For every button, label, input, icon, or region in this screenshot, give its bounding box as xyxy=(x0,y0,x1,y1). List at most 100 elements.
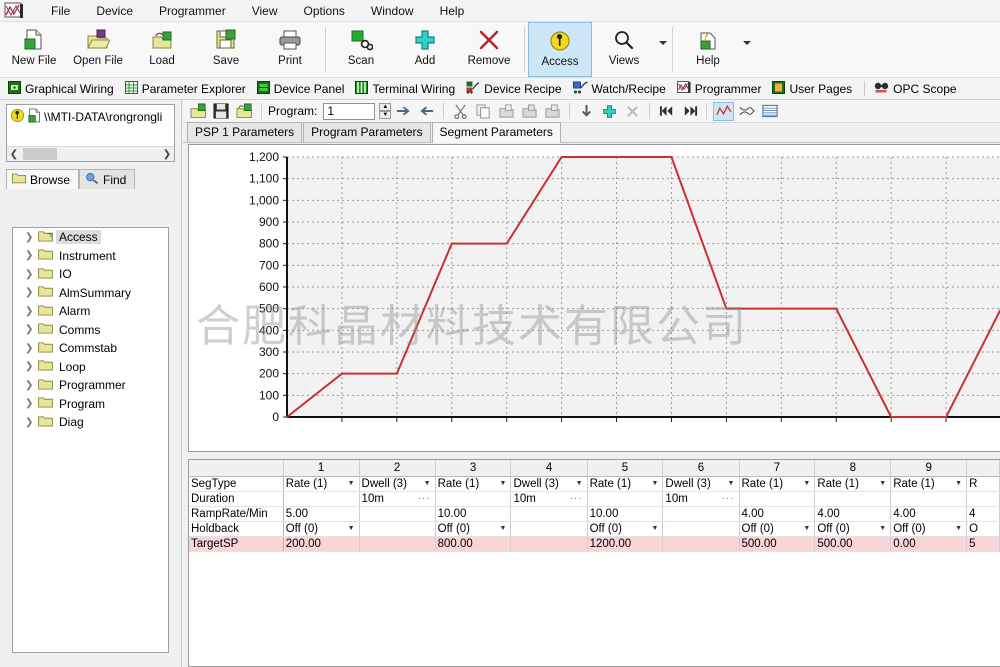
chart-view-icon[interactable] xyxy=(713,102,734,121)
cell-targetsp-col5[interactable]: 1200.00 xyxy=(587,536,663,551)
nav-user-pages[interactable]: User Pages xyxy=(768,79,859,99)
chevron-right-icon[interactable]: ❯ xyxy=(25,324,38,335)
cell-duration-col4[interactable]: 10m··· xyxy=(511,491,587,506)
views-dropdown-button[interactable] xyxy=(656,22,669,77)
column-header-5[interactable]: 5 xyxy=(587,460,663,476)
nav-graphical-wiring[interactable]: Graphical Wiring xyxy=(4,79,121,99)
cut-icon[interactable] xyxy=(450,102,471,121)
menu-programmer[interactable]: Programmer xyxy=(146,0,239,22)
last-segment-icon[interactable] xyxy=(679,102,700,121)
cell-ramprate-min-col10[interactable]: 4 xyxy=(967,506,1000,521)
chevron-right-icon[interactable]: ❯ xyxy=(25,398,38,409)
cell-segtype-col6[interactable]: Dwell (3)▼ xyxy=(663,476,739,491)
cell-ramprate-min-col8[interactable]: 4.00 xyxy=(815,506,891,521)
cell-duration-col7[interactable] xyxy=(739,491,815,506)
chevron-down-icon[interactable]: ▼ xyxy=(877,477,888,491)
cell-targetsp-col10[interactable]: 5 xyxy=(967,536,1000,551)
cell-targetsp-col7[interactable]: 500.00 xyxy=(739,536,815,551)
tree-node-program[interactable]: ❯ Program xyxy=(13,395,168,414)
table-row[interactable]: HoldbackOff (0)▼Off (0)▼Off (0)▼Off (0)▼… xyxy=(189,521,1000,536)
cell-duration-col2[interactable]: 10m··· xyxy=(359,491,435,506)
chevron-down-icon[interactable]: ▼ xyxy=(726,477,737,491)
open-file-button[interactable]: Open File xyxy=(66,22,130,77)
chevron-right-icon[interactable]: ❯ xyxy=(25,250,38,261)
first-segment-icon[interactable] xyxy=(656,102,677,121)
scroll-left-icon[interactable]: ❮ xyxy=(7,149,21,160)
cell-duration-col5[interactable] xyxy=(587,491,663,506)
menu-file[interactable]: File xyxy=(38,0,83,22)
cell-duration-col6[interactable]: 10m··· xyxy=(663,491,739,506)
load-button[interactable]: Load xyxy=(130,22,194,77)
save-button[interactable]: Save xyxy=(194,22,258,77)
cell-duration-col8[interactable] xyxy=(815,491,891,506)
column-header-3[interactable]: 3 xyxy=(435,460,511,476)
cell-segtype-col4[interactable]: Dwell (3)▼ xyxy=(511,476,587,491)
column-header-6[interactable]: 6 xyxy=(663,460,739,476)
chevron-right-icon[interactable]: ❯ xyxy=(25,343,38,354)
cell-ramprate-min-col2[interactable] xyxy=(359,506,435,521)
cell-ramprate-min-col9[interactable]: 4.00 xyxy=(891,506,967,521)
tree-node-diag[interactable]: ❯ Diag xyxy=(13,413,168,432)
cell-segtype-col3[interactable]: Rate (1)▼ xyxy=(435,476,511,491)
more-options-icon[interactable]: ··· xyxy=(570,493,585,504)
chevron-down-icon[interactable]: ▼ xyxy=(422,477,433,491)
program-chart[interactable]: 01002003004005006007008009001,0001,1001,… xyxy=(188,144,1000,452)
cell-holdback-col9[interactable]: Off (0)▼ xyxy=(891,521,967,536)
scroll-right-icon[interactable]: ❯ xyxy=(160,149,174,160)
tab-program-parameters[interactable]: Program Parameters xyxy=(303,122,430,142)
table-row[interactable]: SegTypeRate (1)▼Dwell (3)▼Rate (1)▼Dwell… xyxy=(189,476,1000,491)
chevron-right-icon[interactable]: ❯ xyxy=(25,269,38,280)
tree-node-comms[interactable]: ❯ Comms xyxy=(13,321,168,340)
chevron-down-icon[interactable]: ▼ xyxy=(346,522,357,536)
tab-browse[interactable]: Browse xyxy=(6,169,79,189)
cell-duration-col9[interactable] xyxy=(891,491,967,506)
nav-programmer[interactable]: Programmer xyxy=(673,79,769,99)
cell-holdback-col3[interactable]: Off (0)▼ xyxy=(435,521,511,536)
cell-ramprate-min-col7[interactable]: 4.00 xyxy=(739,506,815,521)
chevron-down-icon[interactable]: ▼ xyxy=(801,522,812,536)
access-button[interactable]: Access xyxy=(528,22,592,77)
column-header-9[interactable]: 9 xyxy=(891,460,967,476)
help-button[interactable]: ? Help xyxy=(676,22,740,77)
cell-duration-col10[interactable] xyxy=(967,491,1000,506)
cell-holdback-col2[interactable] xyxy=(359,521,435,536)
tree-node-loop[interactable]: ❯ Loop xyxy=(13,358,168,377)
column-header-2[interactable]: 2 xyxy=(359,460,435,476)
tree-node-access[interactable]: ❯ Access xyxy=(13,228,168,247)
next-arrow-icon[interactable] xyxy=(393,102,414,121)
nav-watch-recipe[interactable]: Watch/Recipe xyxy=(569,79,673,99)
chevron-down-icon[interactable]: ▼ xyxy=(346,477,357,491)
help-dropdown-button[interactable] xyxy=(740,22,753,77)
copy-icon[interactable] xyxy=(473,102,494,121)
cell-segtype-col1[interactable]: Rate (1)▼ xyxy=(283,476,359,491)
views-button[interactable]: Views xyxy=(592,22,656,77)
chevron-right-icon[interactable]: ❯ xyxy=(25,380,38,391)
add-button[interactable]: Add xyxy=(393,22,457,77)
cell-segtype-col2[interactable]: Dwell (3)▼ xyxy=(359,476,435,491)
chevron-down-icon[interactable]: ▼ xyxy=(649,477,660,491)
menu-window[interactable]: Window xyxy=(358,0,427,22)
table-row[interactable]: TargetSP200.00800.001200.00500.00500.000… xyxy=(189,536,1000,551)
delete-segment-icon[interactable] xyxy=(622,102,643,121)
cell-segtype-col7[interactable]: Rate (1)▼ xyxy=(739,476,815,491)
chevron-right-icon[interactable]: ❯ xyxy=(25,232,38,243)
nav-device-recipe[interactable]: Device Recipe xyxy=(462,79,568,99)
tree-node-alarm[interactable]: ❯ Alarm xyxy=(13,302,168,321)
cell-holdback-col7[interactable]: Off (0)▼ xyxy=(739,521,815,536)
cell-ramprate-min-col4[interactable] xyxy=(511,506,587,521)
new-file-button[interactable]: New File xyxy=(2,22,66,77)
menu-options[interactable]: Options xyxy=(291,0,358,22)
insert-segment-icon[interactable] xyxy=(599,102,620,121)
segment-parameters-table[interactable]: 123456789SegTypeRate (1)▼Dwell (3)▼Rate … xyxy=(188,459,1000,667)
chevron-down-icon[interactable]: ▼ xyxy=(497,522,508,536)
chevron-down-icon[interactable]: ▼ xyxy=(953,522,964,536)
nav-parameter-explorer[interactable]: Parameter Explorer xyxy=(121,79,253,99)
tree-node-io[interactable]: ❯ IO xyxy=(13,265,168,284)
segment-table[interactable]: 123456789SegTypeRate (1)▼Dwell (3)▼Rate … xyxy=(189,460,1000,552)
cell-holdback-col4[interactable] xyxy=(511,521,587,536)
menu-device[interactable]: Device xyxy=(83,0,146,22)
paste-icon[interactable] xyxy=(496,102,517,121)
chevron-down-icon[interactable]: ▼ xyxy=(497,477,508,491)
print-button[interactable]: Print xyxy=(258,22,322,77)
remove-button[interactable]: Remove xyxy=(457,22,521,77)
